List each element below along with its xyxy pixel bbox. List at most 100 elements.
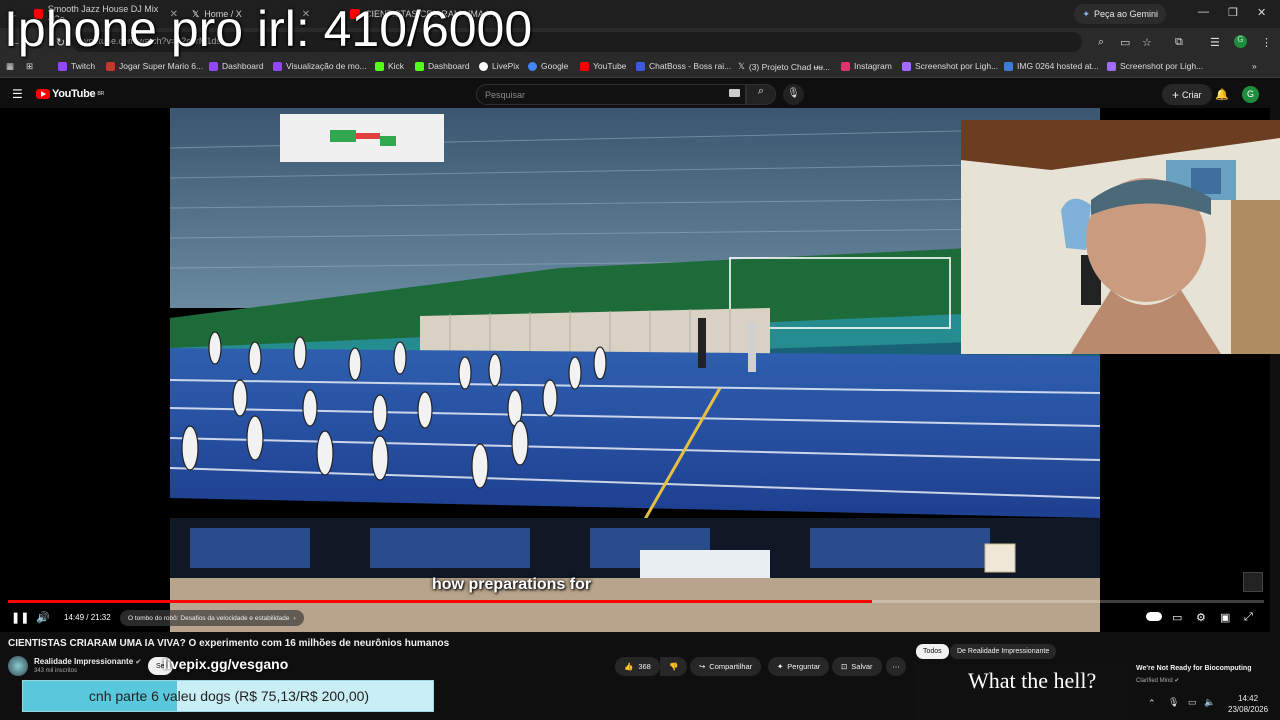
search-icon: ⌕ [757,85,765,97]
hamburger-menu-icon[interactable]: ☰ [12,87,23,101]
youtube-logo-text: YouTube [52,88,96,100]
close-window-icon[interactable]: ✕ [1257,6,1266,19]
bookmark-dashboard[interactable]: Dashboard [209,61,264,71]
gemini-button[interactable]: ✦ Peça ao Gemini [1074,4,1166,24]
bookmark-mario[interactable]: Jogar Super Mario 6... [106,61,203,71]
youtube-play-icon [36,89,50,99]
fullscreen-icon[interactable]: ⤢ [1244,611,1253,624]
bookmark-label: YouTube [593,61,627,71]
streamer-camera-feed [961,120,1280,354]
bookmark-label: IMG 0264 hosted at... [1017,61,1099,71]
bookmark-label: Screenshot por Ligh... [915,61,999,71]
bookmark-label: Screenshot por Ligh... [1120,61,1204,71]
channel-watermark-icon[interactable] [1243,572,1263,592]
bookmark-kick[interactable]: Kick [375,61,404,71]
create-button[interactable]: + Criar [1162,84,1212,105]
verified-icon: ✔ [135,659,142,666]
youtube-logo[interactable]: YouTube BR [36,88,104,100]
search-input[interactable]: Pesquisar [476,84,746,105]
recommended-title[interactable]: We're Not Ready for Biocomputing [1136,665,1252,672]
channel-avatar[interactable] [8,656,28,676]
youtube-icon [580,61,589,71]
imgbb-icon [1004,61,1013,71]
zoom-icon[interactable]: ⌕ [1098,36,1104,49]
reading-list-icon[interactable]: ☰ [1210,36,1220,49]
bookmark-label: LivePix [492,61,520,71]
cast-icon[interactable]: ▭ [1120,36,1130,49]
bookmark-label: Visualização de mo... [286,61,367,71]
twitch-icon [209,61,218,71]
bell-icon[interactable]: 🔔 [1215,88,1229,101]
bookmark-projeto-chad[interactable]: 𝕏 (3) Projeto Chad ᵾᵾ... [738,61,830,72]
thumbs-down-icon: 👎 [669,662,679,671]
restore-icon[interactable]: ❐ [1228,6,1238,19]
bookmark-livepix[interactable]: LivePix [479,61,519,71]
bookmark-star-icon[interactable]: ☆ [1142,36,1152,49]
video-title: CIENTISTAS CRIARAM UMA IA VIVA? O experi… [8,638,450,649]
minimize-icon[interactable]: — [1198,6,1209,18]
x-icon: 𝕏 [738,61,745,71]
twitch-icon [58,61,67,71]
chapter-button[interactable]: O tombo do robô: Desafios da velocidade … [120,610,304,626]
bookmark-screenshot-1[interactable]: Screenshot por Ligh... [902,61,998,71]
clock[interactable]: 14:42 23/08/2026 [1228,693,1268,715]
recommended-thumbnail-text: What the hell? [968,668,1097,693]
apps-icon[interactable]: ▦ [6,61,14,72]
livepix-icon [479,61,488,71]
save-label: Salvar [851,662,873,671]
bookmark-dashboard-kick[interactable]: Dashboard [415,61,470,71]
share-button[interactable]: ↪ Compartilhar [690,657,762,676]
like-count: 368 [638,662,651,671]
bookmark-twitch[interactable]: Twitch [58,61,95,71]
profile-avatar[interactable]: G [1234,35,1247,48]
bookmark-chatboss[interactable]: ChatBoss - Boss rai... [636,61,731,71]
more-dots-icon: ⋯ [892,662,900,671]
mario-icon [106,61,115,71]
progress-bar[interactable] [8,600,1264,603]
network-icon[interactable]: ▭ [1188,697,1197,708]
ask-button[interactable]: ✦ Perguntar [768,657,830,676]
search-button[interactable]: ⌕ [746,84,776,105]
clock-time: 14:42 [1238,694,1259,703]
stream-goal-overlay: Iphone pro irl: 410/6000 [4,1,533,57]
chevron-right-icon: › [293,614,296,622]
bookmark-screenshot-2[interactable]: Screenshot por Ligh... [1107,61,1203,71]
dislike-button[interactable]: 👎 [660,657,688,676]
avatar[interactable]: G [1242,86,1259,103]
menu-dots-icon[interactable]: ⋮ [1261,36,1272,49]
chevron-up-icon[interactable]: ⌃ [1148,698,1156,709]
save-button[interactable]: ⊡ Salvar [832,657,882,676]
volume-icon[interactable]: 🔊 [36,611,50,624]
like-button[interactable]: 👍 368 [615,657,660,676]
donation-goal-bar: cnh parte 6 valeu dogs (R$ 75,13/R$ 200,… [22,680,434,712]
miniplayer-icon[interactable]: ▣ [1220,611,1230,624]
subtitles-icon[interactable]: ▭ [1172,611,1182,624]
chip-channel[interactable]: De Realidade Impressionante [950,644,1057,659]
donation-goal-text: cnh parte 6 valeu dogs (R$ 75,13/R$ 200,… [88,688,370,704]
extensions-icon[interactable]: ⧉ [1175,36,1183,49]
bookmark-instagram[interactable]: Instagram [841,61,892,71]
chip-all[interactable]: Todos [916,644,949,659]
grid-icon[interactable]: ⊞ [26,61,33,72]
bookmark-label: Twitch [71,61,96,71]
bookmark-label: Google [541,61,569,71]
bookmark-visualizacao[interactable]: Visualização de mo... [273,61,367,71]
autoplay-toggle[interactable] [1146,612,1162,621]
bookmark-google[interactable]: Google [528,61,568,71]
more-bookmarks-icon[interactable]: » [1252,61,1257,71]
keyboard-icon[interactable] [729,89,740,97]
pause-icon[interactable]: ❚❚ [11,611,29,624]
mic-icon: 🎙 [787,88,800,99]
ask-label: Perguntar [787,662,821,671]
more-actions-button[interactable]: ⋯ [886,657,906,676]
bookmarks-bar: ▦ ⊞ Twitch Jogar Super Mario 6... Dashbo… [0,56,1280,78]
bookmark-img-0264[interactable]: IMG 0264 hosted at... [1004,61,1099,71]
subtitle-caption: how preparations for [432,576,592,593]
speaker-icon[interactable]: 🔈 [1204,697,1215,708]
bookmark-youtube[interactable]: YouTube [580,61,626,71]
voice-search-button[interactable]: 🎙 [783,84,804,105]
settings-gear-icon[interactable]: ⚙ [1196,611,1206,624]
mic-tray-icon[interactable]: 🎙 [1168,697,1179,708]
youtube-header: ☰ YouTube BR Pesquisar ⌕ 🎙 + Criar 🔔 G [0,82,1280,108]
channel-name[interactable]: Realidade Impressionante ✔ [34,657,141,666]
